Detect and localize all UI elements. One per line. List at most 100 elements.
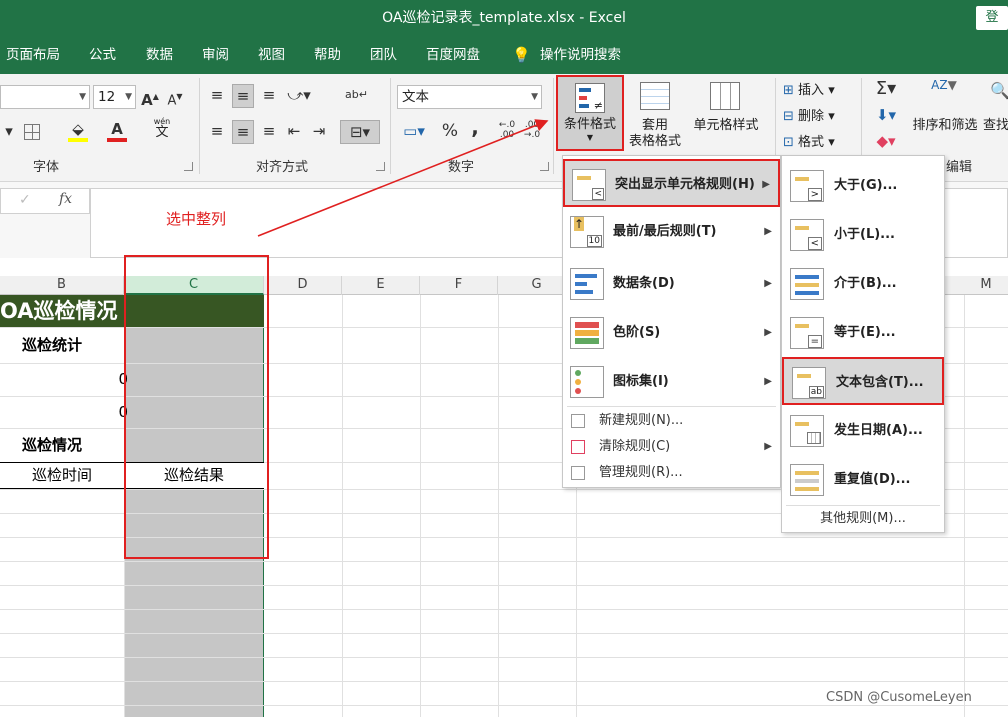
manage-rules-icon [571,466,585,480]
tab-review[interactable]: 审阅 [202,38,229,74]
autosum-icon[interactable]: Σ▾ [873,78,899,100]
tab-page-layout[interactable]: 页面布局 [6,38,60,74]
delete-cells-button[interactable]: ⊟ 删除 ▾ [783,105,835,124]
value-cell-2[interactable]: 0 [0,396,128,428]
menu-item-between[interactable]: 介于(B)... [782,260,944,308]
title-bar: OA巡检记录表_template.xlsx - Excel 登 [0,0,1008,38]
menu-item-data-bars[interactable]: 数据条(D) ▶ [563,260,780,308]
menu-item-clear-rules[interactable]: 清除规则(C) ▶ [563,434,780,460]
tab-formulas[interactable]: 公式 [89,38,116,74]
borders-icon[interactable] [24,124,40,140]
align-dialog-launcher[interactable] [376,162,385,171]
font-name-box[interactable]: ▼ [0,85,90,109]
menu-item-manage-rules[interactable]: 管理规则(R)... [563,460,780,486]
tab-baidu-netdisk[interactable]: 百度网盘 [426,38,480,74]
merge-center-icon[interactable]: ⊟▾ [340,120,380,144]
find-button[interactable]: 查找 [983,118,1008,134]
cell-style-icon [710,82,740,110]
column-header-d[interactable]: D [264,276,342,295]
align-top-icon[interactable]: ≡ [207,84,227,106]
increase-decimal-icon[interactable]: ←.0.00 [497,120,517,140]
menu-item-highlight-rules[interactable]: < 突出显示单元格规则(H) ▶ [563,159,780,207]
percent-icon[interactable]: % [440,120,460,142]
tab-view[interactable]: 视图 [258,38,285,74]
dropdown-icon: ▼ [586,133,594,142]
align-group-label: 对齐方式 [256,160,309,175]
annotation-column-box [124,255,269,559]
menu-item-date-occurring[interactable]: 发生日期(A)... [782,407,944,455]
decrease-font-icon[interactable]: A▼ [166,86,184,112]
highlight-rules-submenu: > 大于(G)... < 小于(L)... 介于(B)... = 等于(E)..… [781,155,945,533]
fill-color-icon[interactable]: ⬙ [68,118,88,142]
submenu-arrow-icon: ▶ [764,441,772,452]
align-center-icon[interactable]: ≡ [232,120,254,144]
font-color-icon[interactable]: A [107,118,127,142]
situation-cell[interactable]: 巡检情况 [22,428,82,462]
submenu-arrow-icon: ▶ [764,327,772,338]
menu-item-more-rules[interactable]: 其他规则(M)... [782,507,944,531]
new-rule-icon [571,414,585,428]
time-cell[interactable]: 巡检时间 [0,462,124,489]
cell-style-button[interactable]: 单元格样式 [690,118,762,134]
tab-data[interactable]: 数据 [146,38,173,74]
align-right-icon[interactable]: ≡ [259,120,279,142]
login-button[interactable]: 登 [976,6,1008,30]
align-middle-icon[interactable]: ≡ [232,84,254,108]
stats-cell[interactable]: 巡检统计 [22,327,82,363]
menu-item-text-contains[interactable]: ab 文本包含(T)... [782,357,944,405]
tell-me-search[interactable]: 操作说明搜索 [540,38,621,74]
find-icon: 🔍 [990,81,1008,100]
table-format-button[interactable]: 套用 表格格式 [626,118,684,150]
align-left-icon[interactable]: ≡ [207,120,227,142]
color-scales-icon [570,317,604,349]
font-dialog-launcher[interactable] [184,162,193,171]
menu-item-color-scales[interactable]: 色阶(S) ▶ [563,309,780,357]
conditional-format-button[interactable]: ≠ 条件格式 ▼ [556,75,624,151]
decrease-decimal-icon[interactable]: .00 →.0 [522,120,542,140]
insert-function-icon[interactable]: fx [59,191,72,207]
between-icon [790,268,824,300]
tab-help[interactable]: 帮助 [314,38,341,74]
fill-down-icon[interactable]: ⬇▾ [873,104,899,126]
increase-indent-icon[interactable]: ⇥ [309,120,329,142]
menu-item-equal-to[interactable]: = 等于(E)... [782,309,944,357]
calendar-icon [790,415,824,447]
menu-item-icon-sets[interactable]: 图标集(I) ▶ [563,358,780,406]
menu-item-less-than[interactable]: < 小于(L)... [782,211,944,259]
menu-item-greater-than[interactable]: > 大于(G)... [782,162,944,210]
comma-icon[interactable]: , [468,116,482,138]
orientation-icon[interactable]: ⤻▾ [286,84,312,106]
menu-item-top-bottom[interactable]: ↑ 10 最前/最后规则(T) ▶ [563,208,780,256]
lightbulb-icon: 💡 [512,46,531,64]
font-size-box[interactable]: 12 ▼ [93,85,136,109]
confirm-icon[interactable]: ✓ [19,192,31,208]
wrap-text-icon[interactable]: ab↵ [345,84,368,106]
formula-buttons: ✓ fx [0,188,90,214]
sort-filter-button[interactable]: 排序和筛选 [910,118,980,134]
window-title: OA巡检记录表_template.xlsx - Excel [382,10,626,26]
decrease-indent-icon[interactable]: ⇤ [284,120,304,142]
column-header-b[interactable]: B [0,276,124,295]
clear-icon[interactable]: ◆▾ [873,130,899,152]
accounting-format-icon[interactable]: ▭▾ [399,120,429,142]
number-dialog-launcher[interactable] [540,162,549,171]
align-bottom-icon[interactable]: ≡ [259,84,279,106]
border-dropdown-icon[interactable]: ▾ [4,120,14,142]
column-header-m[interactable]: M [964,276,1008,295]
tab-team[interactable]: 团队 [370,38,397,74]
value-cell-1[interactable]: 0 [0,363,128,396]
phonetic-icon[interactable]: wén 文 [152,118,172,140]
menu-item-new-rule[interactable]: 新建规则(N)... [563,408,780,434]
menu-item-duplicate-values[interactable]: 重复值(D)... [782,456,944,504]
number-format-box[interactable]: 文本 ▼ [397,85,542,109]
submenu-arrow-icon: ▶ [762,179,770,190]
less-than-icon: < [790,219,824,251]
format-cells-button[interactable]: ⊡ 格式 ▾ [783,131,835,150]
number-format-value: 文本 [402,89,429,105]
equal-to-icon: = [790,317,824,349]
increase-font-icon[interactable]: A▲ [141,86,159,111]
dropdown-icon: ▼ [79,92,86,102]
column-header-f[interactable]: F [420,276,498,295]
insert-cells-button[interactable]: ⊞ 插入 ▾ [783,79,835,98]
column-header-e[interactable]: E [342,276,420,295]
